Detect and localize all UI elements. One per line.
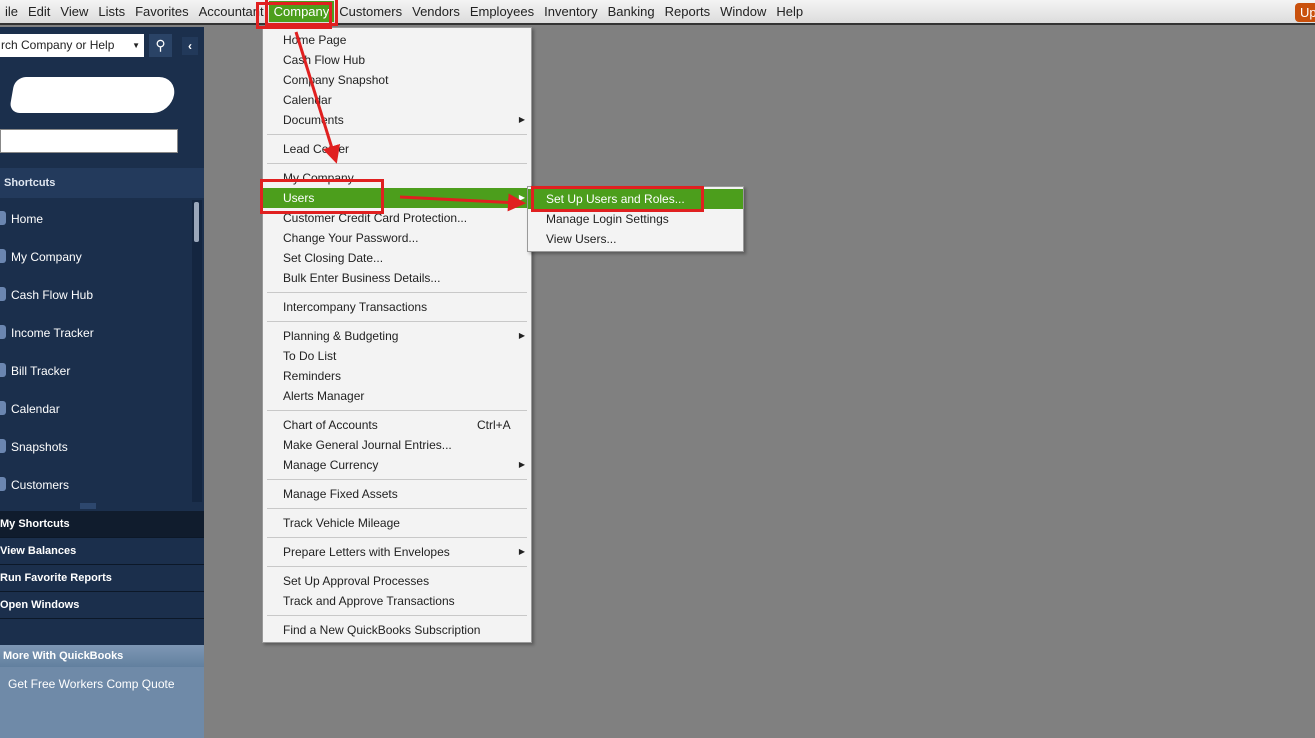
arrow-to-setup-users: [399, 193, 526, 212]
annotation-arrows: [294, 31, 526, 212]
arrow-to-users: [294, 31, 341, 164]
